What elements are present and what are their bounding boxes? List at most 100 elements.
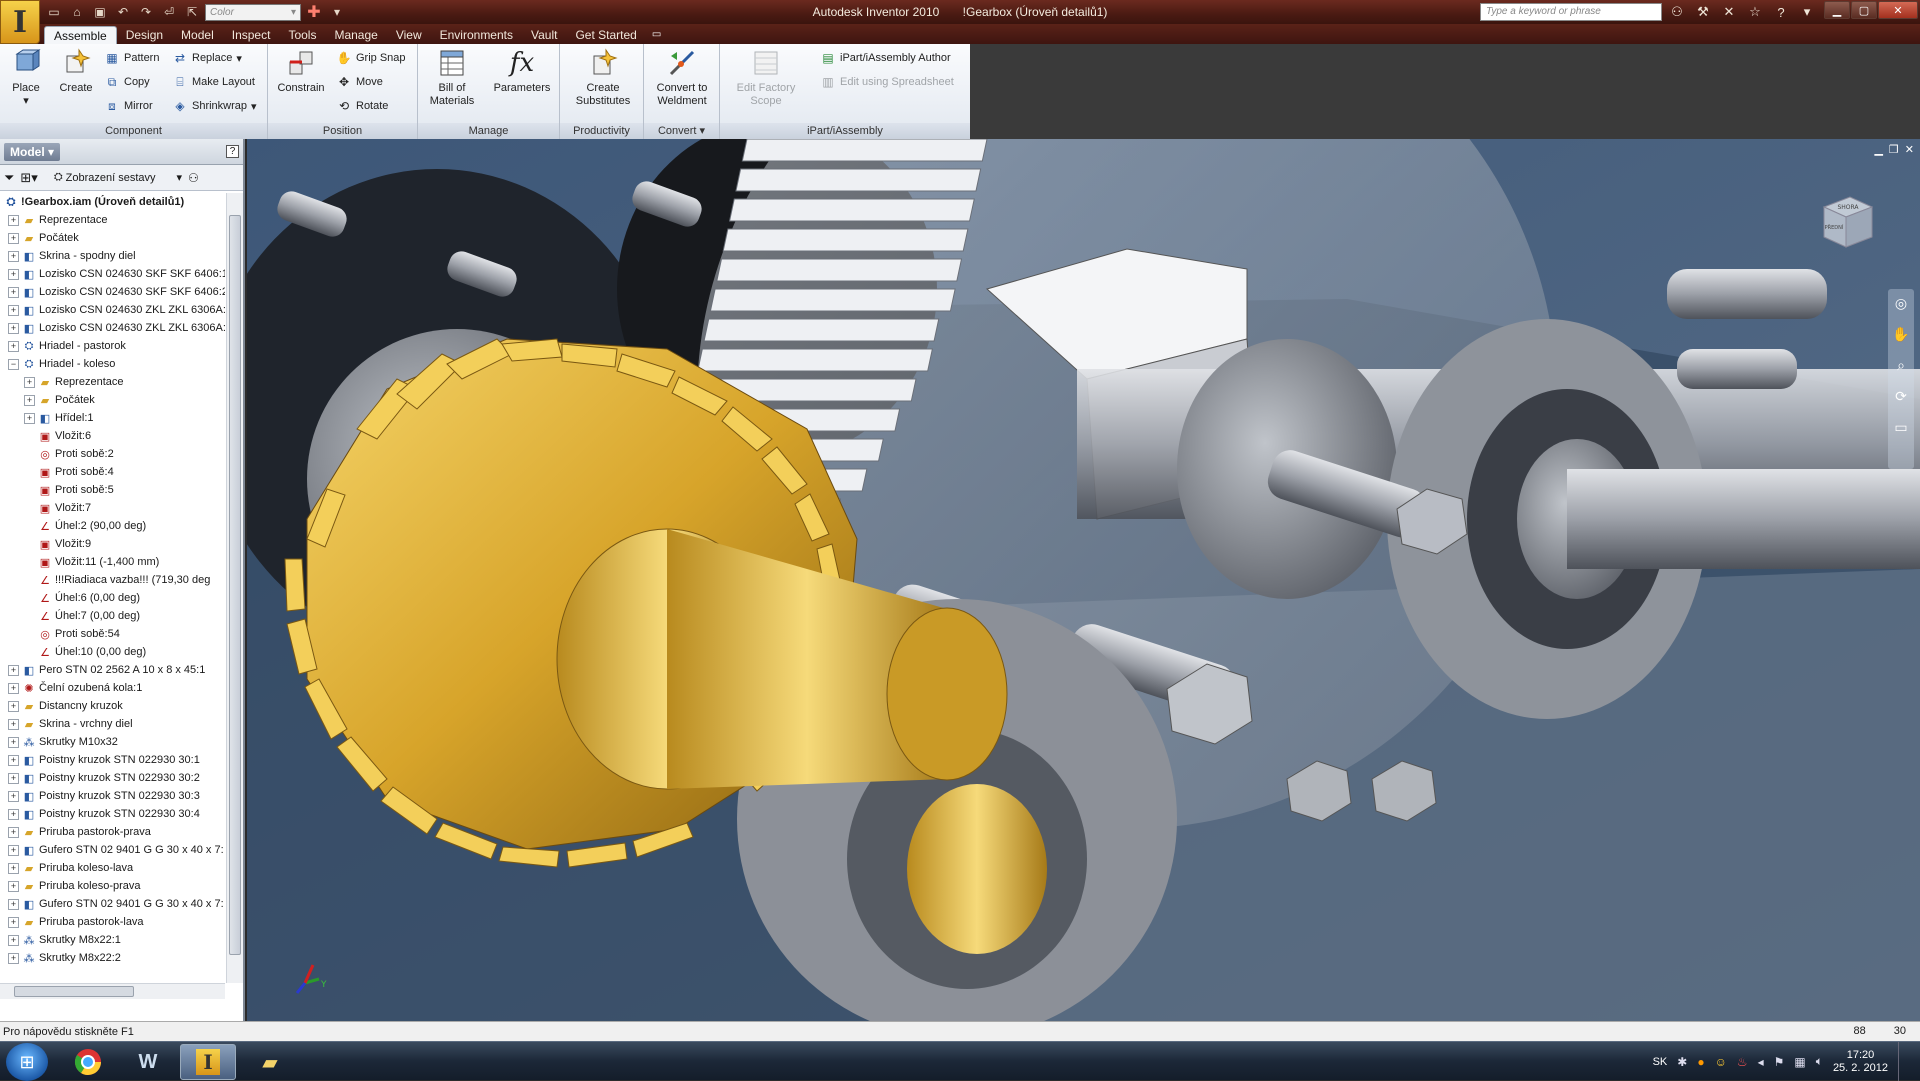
expand-icon[interactable]: + bbox=[8, 718, 19, 730]
subscription-icon[interactable]: ⚒ bbox=[1692, 3, 1714, 21]
copy-button[interactable]: ⧉ Copy bbox=[104, 71, 150, 93]
volume-icon[interactable]: 🔈︎ bbox=[1816, 1054, 1823, 1069]
steering-wheel-icon[interactable]: ◎ bbox=[1895, 295, 1907, 312]
start-button[interactable]: ⊞ bbox=[6, 1043, 48, 1081]
browser-help-icon[interactable]: ? bbox=[226, 145, 239, 158]
tree-node[interactable]: ∠ !!!Riadiaca vazba!!! (719,30 deg bbox=[0, 571, 225, 589]
ipart-author-button[interactable]: ▤ iPart/iAssembly Author bbox=[820, 47, 950, 69]
tree-node[interactable]: + ▰ Reprezentace bbox=[0, 373, 225, 391]
rotate-button[interactable]: ⟲ Rotate bbox=[336, 95, 388, 117]
help-menu-chevron-icon[interactable]: ▾ bbox=[1796, 3, 1818, 21]
expand-icon[interactable]: + bbox=[8, 952, 19, 964]
tree-node[interactable]: − ⛭ Hriadel - koleso bbox=[0, 355, 225, 373]
action-center-icon[interactable]: ⚑ bbox=[1774, 1055, 1785, 1069]
viewcube[interactable]: SHORA PŘEDNÍ bbox=[1814, 187, 1880, 253]
undo-icon[interactable]: ↶ bbox=[113, 3, 133, 21]
tab-get-started[interactable]: Get Started bbox=[566, 26, 645, 44]
communication-icon[interactable]: ✕ bbox=[1718, 3, 1740, 21]
tree-node[interactable]: ◎ Proti sobě:54 bbox=[0, 625, 225, 643]
create-button[interactable]: Create bbox=[56, 46, 96, 95]
component-panel-title[interactable]: Component bbox=[0, 123, 267, 139]
tree-node[interactable]: + ▰ Priruba koleso-lava bbox=[0, 859, 225, 877]
application-menu-button[interactable]: I bbox=[0, 0, 40, 44]
tree-node[interactable]: ⛭ !Gearbox.iam (Úroveň detailů1) bbox=[0, 193, 225, 211]
tree-node[interactable]: ∠ Úhel:6 (0,00 deg) bbox=[0, 589, 225, 607]
tree-node[interactable]: + ◧ Skrina - spodny diel bbox=[0, 247, 225, 265]
tree-node[interactable]: ∠ Úhel:2 (90,00 deg) bbox=[0, 517, 225, 535]
mirror-button[interactable]: ⧈ Mirror bbox=[104, 95, 153, 117]
constrain-button[interactable]: Constrain bbox=[276, 46, 326, 95]
tab-tools[interactable]: Tools bbox=[279, 26, 325, 44]
viewport-close-icon[interactable]: ✕ bbox=[1905, 143, 1914, 156]
tree-node[interactable]: + ◧ Lozisko CSN 024630 ZKL ZKL 6306A:2 bbox=[0, 319, 225, 337]
tray-avast-icon[interactable]: ● bbox=[1697, 1055, 1704, 1069]
tab-model[interactable]: Model bbox=[172, 26, 223, 44]
scrollbar-thumb[interactable] bbox=[229, 215, 241, 955]
tree-node[interactable]: ∠ Úhel:10 (0,00 deg) bbox=[0, 643, 225, 661]
tab-assemble[interactable]: Assemble bbox=[44, 26, 117, 44]
taskbar-explorer[interactable]: ▰ bbox=[242, 1044, 298, 1080]
tree-node[interactable]: + ◧ Poistny kruzok STN 022930 30:4 bbox=[0, 805, 225, 823]
tree-node[interactable]: + ◧ Poistny kruzok STN 022930 30:3 bbox=[0, 787, 225, 805]
create-substitutes-button[interactable]: Create Substitutes bbox=[568, 46, 638, 108]
expand-icon[interactable]: + bbox=[8, 322, 19, 334]
tree-node[interactable]: + ◧ Lozisko CSN 024630 ZKL ZKL 6306A:1 bbox=[0, 301, 225, 319]
convert-to-weldment-button[interactable]: Convert to Weldment bbox=[648, 46, 716, 108]
viewport-minimize-icon[interactable]: ▁ bbox=[1874, 143, 1882, 156]
tree-node[interactable]: + ▰ Skrina - vrchny diel bbox=[0, 715, 225, 733]
tree-node[interactable]: + ▰ Priruba pastorok-lava bbox=[0, 913, 225, 931]
clock[interactable]: 17:20 25. 2. 2012 bbox=[1833, 1049, 1888, 1075]
pan-icon[interactable]: ✋ bbox=[1892, 326, 1909, 343]
viewport-restore-icon[interactable]: ❐ bbox=[1889, 143, 1899, 156]
open-file-icon[interactable]: ⌂ bbox=[67, 3, 87, 21]
replace-button[interactable]: ⇄ Replace ▾ bbox=[172, 47, 242, 69]
show-hidden-icons[interactable]: ◂ bbox=[1758, 1055, 1764, 1069]
expand-icon[interactable]: + bbox=[8, 898, 19, 910]
expand-icon[interactable]: + bbox=[8, 232, 19, 244]
network-icon[interactable]: ▦ bbox=[1794, 1055, 1805, 1069]
make-layout-button[interactable]: ⌸ Make Layout bbox=[172, 71, 255, 93]
tree-node[interactable]: + ⛭ Hriadel - pastorok bbox=[0, 337, 225, 355]
close-button[interactable]: ✕ bbox=[1878, 1, 1918, 19]
shrinkwrap-button[interactable]: ◈ Shrinkwrap ▾ bbox=[172, 95, 256, 117]
tree-node[interactable]: + ⁂ Skrutky M8x22:2 bbox=[0, 949, 225, 967]
expand-icon[interactable]: + bbox=[8, 304, 19, 316]
tree-node[interactable]: + ▰ Počátek bbox=[0, 391, 225, 409]
tab-design[interactable]: Design bbox=[117, 26, 172, 44]
help-search-input[interactable]: Type a keyword or phrase bbox=[1480, 3, 1662, 21]
expand-icon[interactable]: + bbox=[8, 790, 19, 802]
tab-inspect[interactable]: Inspect bbox=[223, 26, 280, 44]
orbit-icon[interactable]: ⟳ bbox=[1895, 388, 1907, 405]
look-at-icon[interactable]: ▭ bbox=[1894, 419, 1907, 436]
view-dropdown[interactable]: ⛭ Zobrazení sestavy ▾ bbox=[54, 171, 182, 184]
tree-node[interactable]: + ▰ Počátek bbox=[0, 229, 225, 247]
tree-node[interactable]: ▣ Vložit:6 bbox=[0, 427, 225, 445]
tree-node[interactable]: + ◧ Pero STN 02 2562 A 10 x 8 x 45:1 bbox=[0, 661, 225, 679]
find-binoculars-icon[interactable]: ⚇ bbox=[188, 171, 199, 185]
expand-icon[interactable]: + bbox=[8, 700, 19, 712]
tray-smiley-icon[interactable]: ☺ bbox=[1715, 1055, 1727, 1069]
color-dropdown[interactable]: Color ▾ bbox=[205, 3, 301, 21]
expand-icon[interactable]: + bbox=[8, 808, 19, 820]
pattern-button[interactable]: ▦ Pattern bbox=[104, 47, 159, 69]
expand-icon[interactable]: + bbox=[8, 826, 19, 838]
taskbar-inventor[interactable]: I bbox=[180, 1044, 236, 1080]
help-icon[interactable]: ? bbox=[1770, 3, 1792, 21]
bill-of-materials-button[interactable]: Bill of Materials bbox=[424, 46, 480, 108]
browser-vertical-scrollbar[interactable] bbox=[226, 193, 243, 983]
expand-icon[interactable]: + bbox=[8, 754, 19, 766]
expand-icon[interactable]: + bbox=[8, 772, 19, 784]
tree-node[interactable]: ◎ Proti sobě:2 bbox=[0, 445, 225, 463]
expand-icon[interactable]: + bbox=[8, 880, 19, 892]
save-icon[interactable]: ▣ bbox=[90, 3, 110, 21]
edit-spreadsheet-button[interactable]: ▥ Edit using Spreadsheet bbox=[820, 71, 953, 93]
tree-node[interactable]: + ⁂ Skrutky M8x22:1 bbox=[0, 931, 225, 949]
tray-app-icon[interactable]: ✱ bbox=[1677, 1055, 1687, 1069]
tree-node[interactable]: ▣ Vložit:7 bbox=[0, 499, 225, 517]
tree-node[interactable]: + ◧ Gufero STN 02 9401 G G 30 x 40 x 7: bbox=[0, 841, 225, 859]
tree-node[interactable]: ▣ Proti sobě:5 bbox=[0, 481, 225, 499]
select-icon[interactable]: ⇱ bbox=[182, 3, 202, 21]
expand-icon[interactable]: + bbox=[8, 934, 19, 946]
tree-node[interactable]: + ▰ Priruba koleso-prava bbox=[0, 877, 225, 895]
favorites-star-icon[interactable]: ☆ bbox=[1744, 3, 1766, 21]
